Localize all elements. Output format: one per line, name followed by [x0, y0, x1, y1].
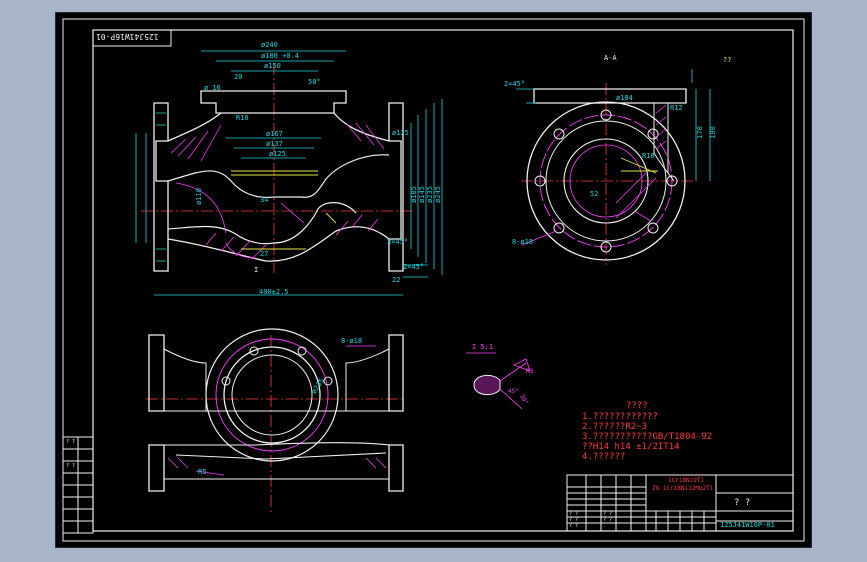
tb-row-5: ? ?: [603, 517, 613, 523]
dim-20: 20: [234, 73, 243, 81]
dim-h170: 170: [695, 126, 704, 139]
dim-d125b: ø125: [392, 129, 409, 137]
main-view: [135, 50, 443, 296]
notes-heading: ????: [626, 401, 648, 411]
dim-2x45b: 2×45°: [504, 80, 526, 88]
top-view: [146, 328, 406, 513]
dim-52: 52: [590, 190, 599, 198]
drawing-code-rotated: 125J41W16P-01: [96, 32, 159, 41]
dim-d235: ø235: [425, 186, 434, 203]
dim-2x45: 2×45°: [403, 263, 425, 271]
section-label: A-A: [604, 54, 617, 62]
tb-row-3: ? ?: [569, 523, 579, 529]
side-row-2: ? ?: [66, 463, 76, 469]
dim-r16: ø 16: [204, 84, 221, 92]
section-view: [516, 69, 711, 265]
dim-h190: 190: [708, 126, 717, 139]
material-2: ZG 1Cr18Ni12Mo2Ti: [652, 485, 714, 492]
dim-50deg: 50°: [308, 78, 321, 86]
view-mark: I: [254, 266, 259, 274]
dim-3x45: 3×45°: [387, 238, 409, 246]
dim-d240: ø240: [261, 41, 278, 49]
drawing-sheet: 125J41W16P-01 A-A ?? I I 5:1 ø240 ø180 +…: [55, 12, 812, 548]
dim-d185: ø185: [409, 186, 418, 203]
dim-d167: ø167: [266, 130, 283, 138]
dim-d110: ø110: [194, 188, 203, 205]
note-3b: ??H14 h14 ±1/2IT14: [582, 442, 680, 452]
note-2: 2.??????R2~3: [582, 422, 648, 432]
dim-d125: ø125: [269, 150, 286, 158]
dim-r3: R3: [526, 368, 534, 375]
drawing-code-bottom: 125J41W16P-01: [720, 521, 775, 529]
dim-length: 400±2.5: [259, 288, 289, 296]
dim-d145: ø145: [417, 186, 426, 203]
dim-34: 34: [260, 196, 269, 204]
title-qq: ? ?: [734, 498, 751, 508]
dim-r12: R12: [670, 104, 683, 112]
note-3: 3.???????????GB/T1804-92: [582, 432, 713, 442]
dim-d137: ø137: [266, 140, 283, 148]
dim-holes-b: 8-ø18: [341, 337, 363, 345]
outer-border: [62, 18, 805, 542]
cad-drawing: [62, 18, 805, 542]
dim-d150: ø150: [264, 62, 281, 70]
dim-a45: 45°: [508, 388, 519, 395]
dim-d180: ø180 +0.4: [261, 52, 299, 60]
note-1: 1.????????????: [582, 412, 658, 422]
dim-r5: R5: [198, 468, 207, 476]
dim-27: 27: [260, 250, 269, 258]
material-1: 1Cr18Ni9Ti: [668, 477, 705, 484]
dim-holes: 8-ø18: [512, 238, 534, 246]
dim-d184: ø184: [616, 94, 633, 102]
side-strip-lines: [63, 437, 93, 533]
note-4: 4.??????: [582, 452, 626, 462]
dim-r18: R18: [642, 152, 655, 160]
dim-22: 22: [392, 276, 401, 284]
dim-r10: R10: [236, 114, 249, 122]
corner-mark: ??: [723, 56, 732, 64]
side-row-1: ? ?: [66, 439, 76, 445]
detail-label: I 5:1: [472, 343, 494, 351]
dim-d245: ø245: [433, 186, 442, 203]
